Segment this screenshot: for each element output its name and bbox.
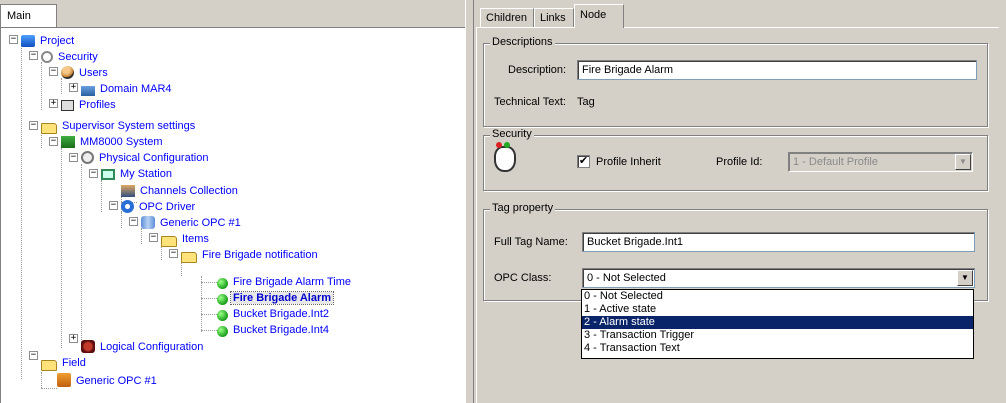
opc-class-option[interactable]: 3 - Transaction Trigger (582, 329, 973, 342)
opc-class-option[interactable]: 4 - Transaction Text (582, 342, 973, 355)
profile-id-select: 1 - Default Profile ▼ (788, 152, 973, 172)
system-icon (61, 136, 75, 148)
tree-node-channels[interactable]: Channels Collection (121, 183, 240, 199)
tab-main-label: Main (7, 10, 31, 22)
tree-node-items[interactable]: Items (161, 231, 211, 247)
tree-node-mm8000[interactable]: MM8000 System (61, 134, 165, 150)
tab-links[interactable]: Links (534, 8, 574, 27)
channels-icon (121, 185, 135, 197)
tree-node-opc-driver[interactable]: OPC Driver (121, 199, 197, 215)
description-label: Description: (508, 64, 567, 76)
security-icon (41, 51, 53, 63)
tree-node-field[interactable]: Field (41, 355, 88, 371)
opc-class-dropdown-list: 0 - Not Selected 1 - Active state 2 - Al… (581, 289, 974, 359)
users-icon (61, 66, 74, 79)
description-field[interactable]: Fire Brigade Alarm (577, 60, 977, 80)
tab-main[interactable]: Main (0, 4, 57, 28)
opc-class-label: OPC Class: (494, 272, 552, 284)
descriptions-group: Descriptions Description: Fire Brigade A… (483, 36, 988, 127)
opc-class-select[interactable]: 0 - Not Selected ▼ (582, 268, 975, 288)
folder-icon (41, 123, 57, 134)
printer-icon (61, 100, 74, 111)
database-icon (141, 216, 155, 229)
tree-node-generic-opc[interactable]: Generic OPC #1 (141, 215, 243, 231)
tree-node-physical[interactable]: Physical Configuration (81, 150, 210, 166)
technical-text-label: Technical Text: (494, 96, 566, 108)
tree-node-project[interactable]: Project (21, 33, 76, 49)
chevron-down-icon[interactable]: ▼ (957, 270, 973, 286)
node-properties-panel: Descriptions Description: Fire Brigade A… (476, 27, 999, 403)
tree-node-domain[interactable]: Domain MAR4 (81, 81, 174, 97)
security-lock-icon (494, 142, 516, 172)
tree-node-int4[interactable]: Bucket Brigade.Int4 (217, 322, 331, 338)
chevron-down-icon: ▼ (955, 154, 971, 170)
tree-node-station[interactable]: My Station (101, 166, 174, 182)
tree-node-security[interactable]: Security (41, 49, 100, 65)
tab-node[interactable]: Node (574, 4, 624, 28)
driver-icon (121, 200, 134, 213)
technical-text-value: Tag (577, 96, 595, 108)
tree-node-profiles[interactable]: Profiles (61, 97, 118, 113)
logical-config-icon (81, 340, 95, 353)
opc-class-option[interactable]: 0 - Not Selected (582, 290, 973, 303)
status-dot-icon (217, 294, 228, 305)
folder-icon (41, 360, 57, 371)
project-icon (21, 35, 35, 47)
network-icon (81, 86, 95, 96)
full-tag-name-label: Full Tag Name: (494, 236, 568, 248)
folder-icon (161, 236, 177, 247)
opc-icon (57, 373, 71, 387)
project-tree[interactable]: − − − + + − − − − − − − − + − Project Se… (1, 28, 465, 403)
status-dot-icon (217, 278, 228, 289)
tab-children[interactable]: Children (480, 8, 534, 27)
security-group: Security ✔ Profile Inherit Profile Id: 1… (483, 128, 988, 191)
status-dot-icon (217, 326, 228, 337)
tree-node-users[interactable]: Users (61, 65, 110, 81)
tree-node-fire-notification[interactable]: Fire Brigade notification (181, 247, 320, 263)
opc-class-option-highlighted[interactable]: 2 - Alarm state (582, 316, 973, 329)
pane-splitter[interactable] (465, 0, 474, 403)
tree-node-supervisor[interactable]: Supervisor System settings (41, 118, 197, 134)
tree-node-logical[interactable]: Logical Configuration (81, 339, 205, 355)
profile-id-label: Profile Id: (716, 156, 763, 168)
physical-config-icon (81, 151, 94, 164)
status-dot-icon (217, 310, 228, 321)
tree-node-alarm-time[interactable]: Fire Brigade Alarm Time (217, 274, 353, 290)
tree-node-int2[interactable]: Bucket Brigade.Int2 (217, 306, 331, 322)
profile-inherit-label: Profile Inherit (596, 156, 661, 168)
security-title: Security (490, 128, 534, 140)
opc-class-option[interactable]: 1 - Active state (582, 303, 973, 316)
tree-node-alarm[interactable]: Fire Brigade Alarm (217, 290, 335, 306)
tag-property-title: Tag property (490, 202, 556, 214)
computer-icon (101, 169, 115, 180)
descriptions-title: Descriptions (490, 36, 555, 48)
full-tag-name-field[interactable]: Bucket Brigade.Int1 (582, 232, 975, 252)
folder-icon (181, 252, 197, 263)
tree-node-field-generic[interactable]: Generic OPC #1 (57, 373, 159, 389)
opc-class-value: 0 - Not Selected (587, 272, 666, 284)
project-tree-panel: − − − + + − − − − − − − − + − Project Se… (0, 27, 465, 403)
profile-id-value: 1 - Default Profile (793, 156, 878, 168)
tag-property-group: Tag property Full Tag Name: Bucket Briga… (483, 202, 988, 301)
profile-inherit-checkbox[interactable]: ✔ (577, 155, 590, 168)
